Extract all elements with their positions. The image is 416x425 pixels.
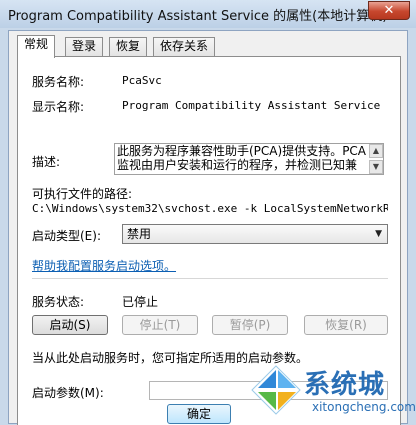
close-button[interactable]: ✕ [368,1,410,20]
window-title: Program Compatibility Assistant Service … [8,9,388,24]
executable-path: C:\Windows\system32\svchost.exe -k Local… [32,202,388,215]
scroll-down-icon[interactable]: ▼ [369,160,383,174]
description-line: 监视由用户安装和运行的程序，并检测已知兼 [117,158,358,172]
ok-button[interactable]: 确定 [167,404,231,424]
startup-type-value: 禁用 [127,227,152,241]
start-button[interactable]: 启动(S) [32,315,108,335]
service-status-value: 已停止 [122,295,159,309]
chevron-down-icon: ▼ [375,229,382,239]
path-label: 可执行文件的路径: [32,187,133,201]
help-link[interactable]: 帮助我配置服务启动选项。 [32,257,176,274]
display-name-label: 显示名称: [32,100,85,114]
tab-general[interactable]: 常规 [17,35,56,58]
scroll-up-icon[interactable]: ▲ [369,144,383,158]
tab-dependencies[interactable]: 依存关系 [153,37,216,56]
stop-button[interactable]: 停止(T) [122,315,198,335]
description-label: 描述: [32,155,61,169]
service-name-value: PcaSvc [122,74,162,87]
resume-button[interactable]: 恢复(R) [304,315,388,335]
tab-logon[interactable]: 登录 [65,37,104,56]
pause-button[interactable]: 暂停(P) [212,315,288,335]
startup-type-select[interactable]: 禁用 ▼ [122,224,388,244]
service-status-label: 服务状态: [32,295,85,309]
title-bar: Program Compatibility Assistant Service … [0,0,416,28]
start-params-label: 启动参数(M): [32,386,104,400]
description-box[interactable]: 此服务为程序兼容性助手(PCA)提供支持。PCA 监视由用户安装和运行的程序，并… [114,143,384,175]
watermark-logo-icon [251,365,301,415]
watermark-logo: 系统城 xitongcheng.com [248,362,416,424]
description-line: 此服务为程序兼容性助手(PCA)提供支持。PCA [117,144,367,158]
tab-recovery[interactable]: 恢复 [109,37,148,56]
display-name-value: Program Compatibility Assistant Service [122,99,381,112]
service-name-label: 服务名称: [32,75,85,89]
watermark-url: xitongcheng.com [312,400,416,414]
divider [32,278,388,279]
watermark-brand: 系统城 [304,370,386,400]
startup-type-label: 启动类型(E): [32,229,101,243]
